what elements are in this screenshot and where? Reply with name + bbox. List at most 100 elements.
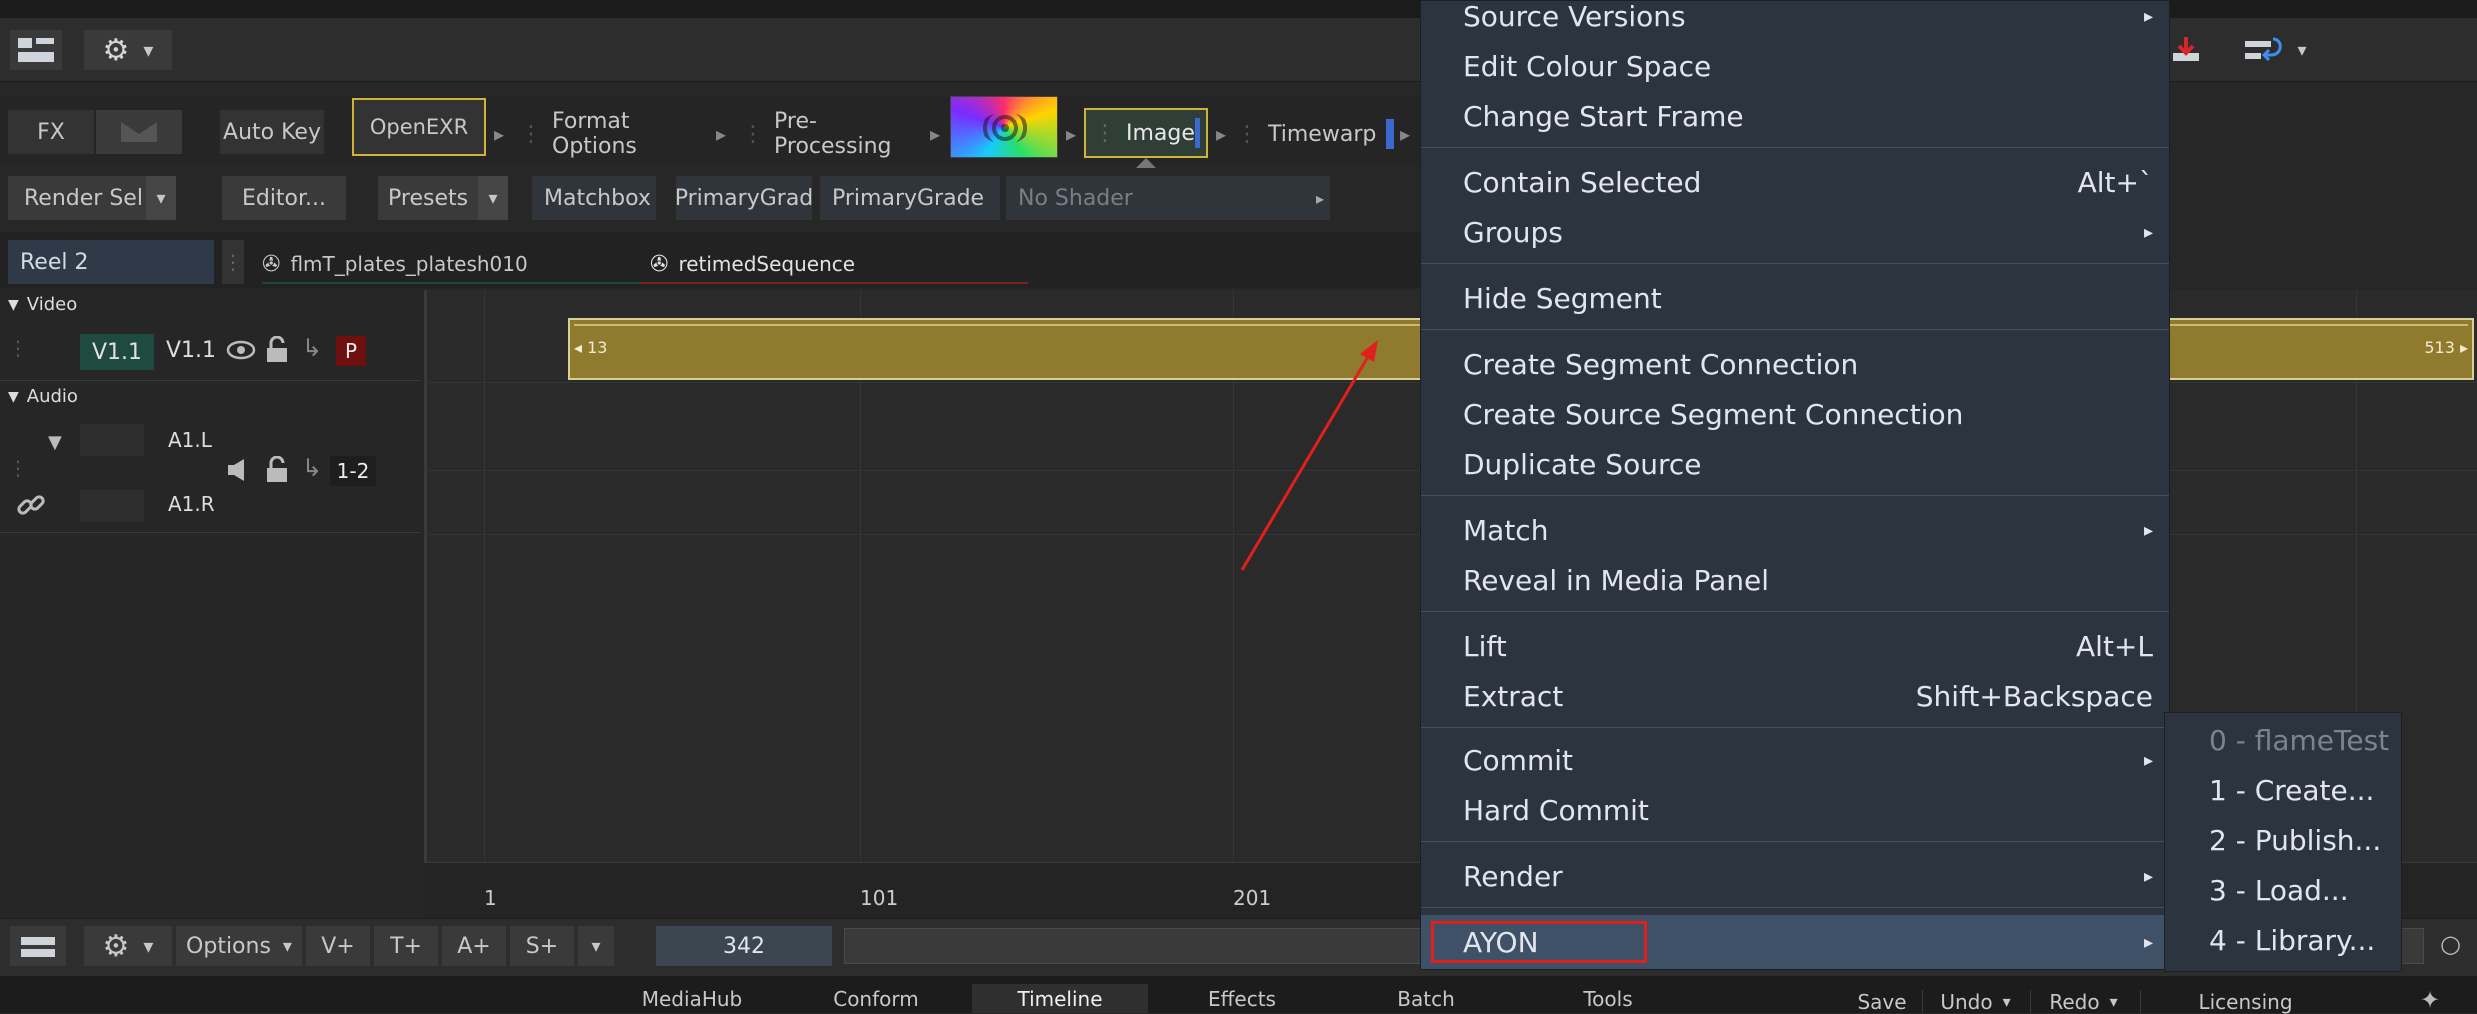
- menu-item-extract[interactable]: Extract Shift+Backspace: [1421, 671, 2169, 721]
- settings-gear-icon[interactable]: ⚙ ▾: [84, 30, 172, 70]
- tab-batch[interactable]: Batch: [1346, 984, 1506, 1013]
- tab-effects[interactable]: Effects: [1162, 984, 1322, 1013]
- submenu-item-create[interactable]: 1 - Create...: [2165, 765, 2401, 815]
- no-shader-slot[interactable]: No Shader ▸: [1006, 176, 1330, 220]
- menu-item-change-start-frame[interactable]: Change Start Frame: [1421, 91, 2169, 141]
- menu-item-hide-segment[interactable]: Hide Segment: [1421, 273, 2169, 323]
- node-arrow: ▸: [930, 122, 941, 146]
- lock-icon[interactable]: [264, 335, 290, 368]
- save-button[interactable]: Save: [1846, 990, 1918, 1014]
- sequence-tab-1[interactable]: ✇ flmT_plates_platesh010: [262, 246, 642, 282]
- sequence-tab-2[interactable]: ✇ retimedSequence: [650, 246, 1030, 282]
- audio-lock-icon[interactable]: [264, 455, 290, 488]
- menu-item-groups[interactable]: Groups ▸: [1421, 207, 2169, 257]
- tab-2-underline: [640, 282, 1028, 284]
- node-arrow: ▸: [1400, 122, 1411, 146]
- submenu-item-publish[interactable]: 2 - Publish...: [2165, 815, 2401, 865]
- submenu-item-library[interactable]: 4 - Library...: [2165, 915, 2401, 965]
- node-openexr[interactable]: OpenEXR: [352, 98, 486, 156]
- layout-icon[interactable]: [10, 30, 62, 70]
- primarygrade-button[interactable]: PrimaryGrade: [820, 176, 1000, 220]
- audio-track-l-name: A1.L: [168, 428, 212, 452]
- submenu-item-project: 0 - flameTest: [2209, 723, 2390, 757]
- search-icon[interactable]: ○: [2440, 930, 2461, 958]
- reel-icon: ✇: [262, 251, 281, 277]
- menu-item-reveal-in-media-panel[interactable]: Reveal in Media Panel: [1421, 555, 2169, 605]
- colour-swirl-thumbnail[interactable]: [950, 96, 1058, 158]
- add-audio-track-button[interactable]: A+: [442, 926, 506, 966]
- undo-button[interactable]: Undo ▾: [1922, 990, 2028, 1014]
- video-track-line: [0, 380, 420, 381]
- audio-track-grip[interactable]: ⋮: [8, 456, 28, 480]
- node-format-options[interactable]: ⋮ Format Options: [520, 109, 720, 159]
- add-subtitle-track-button[interactable]: S+: [510, 926, 574, 966]
- fx-button[interactable]: FX: [8, 110, 94, 154]
- reel-icon: ✇: [650, 251, 669, 277]
- node-pre-processing[interactable]: ⋮ Pre-Processing: [742, 109, 922, 159]
- link-icon[interactable]: [16, 490, 46, 524]
- audio-patch-arrow-icon[interactable]: ↳: [302, 454, 322, 482]
- menu-item-lift[interactable]: Lift Alt+L: [1421, 621, 2169, 671]
- menu-item-duplicate-source[interactable]: Duplicate Source: [1421, 439, 2169, 489]
- menu-item-hard-commit[interactable]: Hard Commit: [1421, 785, 2169, 835]
- matchbox-button[interactable]: Matchbox: [532, 176, 656, 220]
- add-video-track-button[interactable]: V+: [306, 926, 370, 966]
- menu-item-source-versions[interactable]: Source Versions ▸: [1421, 0, 2169, 41]
- options-dropdown[interactable]: Options ▾: [176, 926, 302, 966]
- render-sel-button[interactable]: Render Sel ▾: [8, 176, 176, 220]
- priority-badge[interactable]: P: [336, 336, 366, 366]
- track-headers: [0, 290, 420, 920]
- editor-button[interactable]: Editor...: [222, 176, 346, 220]
- app-logo-icon: ✦: [2420, 986, 2441, 1014]
- patch-arrow-icon[interactable]: ↳: [302, 334, 322, 362]
- auto-key-button[interactable]: Auto Key: [220, 110, 324, 154]
- swap-icon[interactable]: ▾: [2230, 30, 2320, 70]
- licensing-button[interactable]: Licensing: [2140, 990, 2350, 1014]
- primarygrad-button[interactable]: PrimaryGrad: [675, 176, 813, 220]
- ruler-tick-label: 1: [484, 886, 497, 910]
- node-image[interactable]: ⋮ Image: [1084, 108, 1208, 158]
- menu-item-edit-colour-space[interactable]: Edit Colour Space: [1421, 41, 2169, 91]
- tab-conform[interactable]: Conform: [796, 984, 956, 1013]
- redo-button[interactable]: Redo ▾: [2030, 990, 2136, 1014]
- tab-tools[interactable]: Tools: [1528, 984, 1688, 1013]
- bottom-settings-gear-icon[interactable]: ⚙ ▾: [84, 926, 172, 966]
- panel-layout-icon[interactable]: [10, 926, 66, 966]
- frame-counter[interactable]: 342: [656, 926, 832, 966]
- node-arrow: ▸: [1216, 122, 1227, 146]
- presets-dropdown[interactable]: Presets ▾: [378, 176, 508, 220]
- track-add-dropdown[interactable]: ▾: [578, 926, 614, 966]
- reel-grip[interactable]: ⋮: [222, 240, 244, 284]
- menu-item-create-source-segment-connection[interactable]: Create Source Segment Connection: [1421, 389, 2169, 439]
- menu-item-contain-selected[interactable]: Contain Selected Alt+`: [1421, 157, 2169, 207]
- ruler-tick-label: 101: [860, 886, 899, 910]
- audio-channels-badge[interactable]: 1-2: [330, 456, 376, 486]
- menu-item-match[interactable]: Match ▸: [1421, 505, 2169, 555]
- annotation-arrow: [1240, 340, 1378, 571]
- audio-track-l-patch[interactable]: [80, 424, 144, 456]
- clip-end-frame: 513 ▸: [2424, 338, 2468, 357]
- video-track-name: V1.1: [166, 338, 217, 363]
- tab-timeline[interactable]: Timeline: [972, 984, 1148, 1013]
- video-track-grip[interactable]: ⋮: [8, 336, 28, 360]
- menu-item-render[interactable]: Render ▸: [1421, 851, 2169, 901]
- menu-item-commit[interactable]: Commit ▸: [1421, 735, 2169, 785]
- video-section-header[interactable]: ▼ Video: [8, 294, 77, 315]
- tab-mediahub[interactable]: MediaHub: [612, 984, 772, 1013]
- audio-track-r-patch[interactable]: [80, 490, 144, 522]
- audio-collapse-icon[interactable]: ▼: [48, 432, 62, 453]
- speaker-icon[interactable]: [226, 456, 252, 488]
- audio-section-header[interactable]: ▼ Audio: [8, 386, 78, 407]
- node-timewarp[interactable]: ⋮ Timewarp: [1236, 110, 1396, 158]
- visibility-eye-icon[interactable]: [226, 336, 256, 368]
- add-title-track-button[interactable]: T+: [374, 926, 438, 966]
- clip-start-frame: ◂ 13: [574, 338, 608, 357]
- fx-viewer-icon[interactable]: [96, 110, 182, 154]
- node-arrow: ▸: [716, 122, 727, 146]
- reel-name-field[interactable]: Reel 2: [8, 240, 214, 284]
- ayon-submenu: 0 - flameTest 1 - Create... 2 - Publish.…: [2164, 712, 2402, 972]
- video-track-patch[interactable]: V1.1: [80, 334, 154, 370]
- menu-item-create-segment-connection[interactable]: Create Segment Connection: [1421, 339, 2169, 389]
- submenu-item-load[interactable]: 3 - Load...: [2165, 865, 2401, 915]
- node-arrow: ▸: [1066, 122, 1077, 146]
